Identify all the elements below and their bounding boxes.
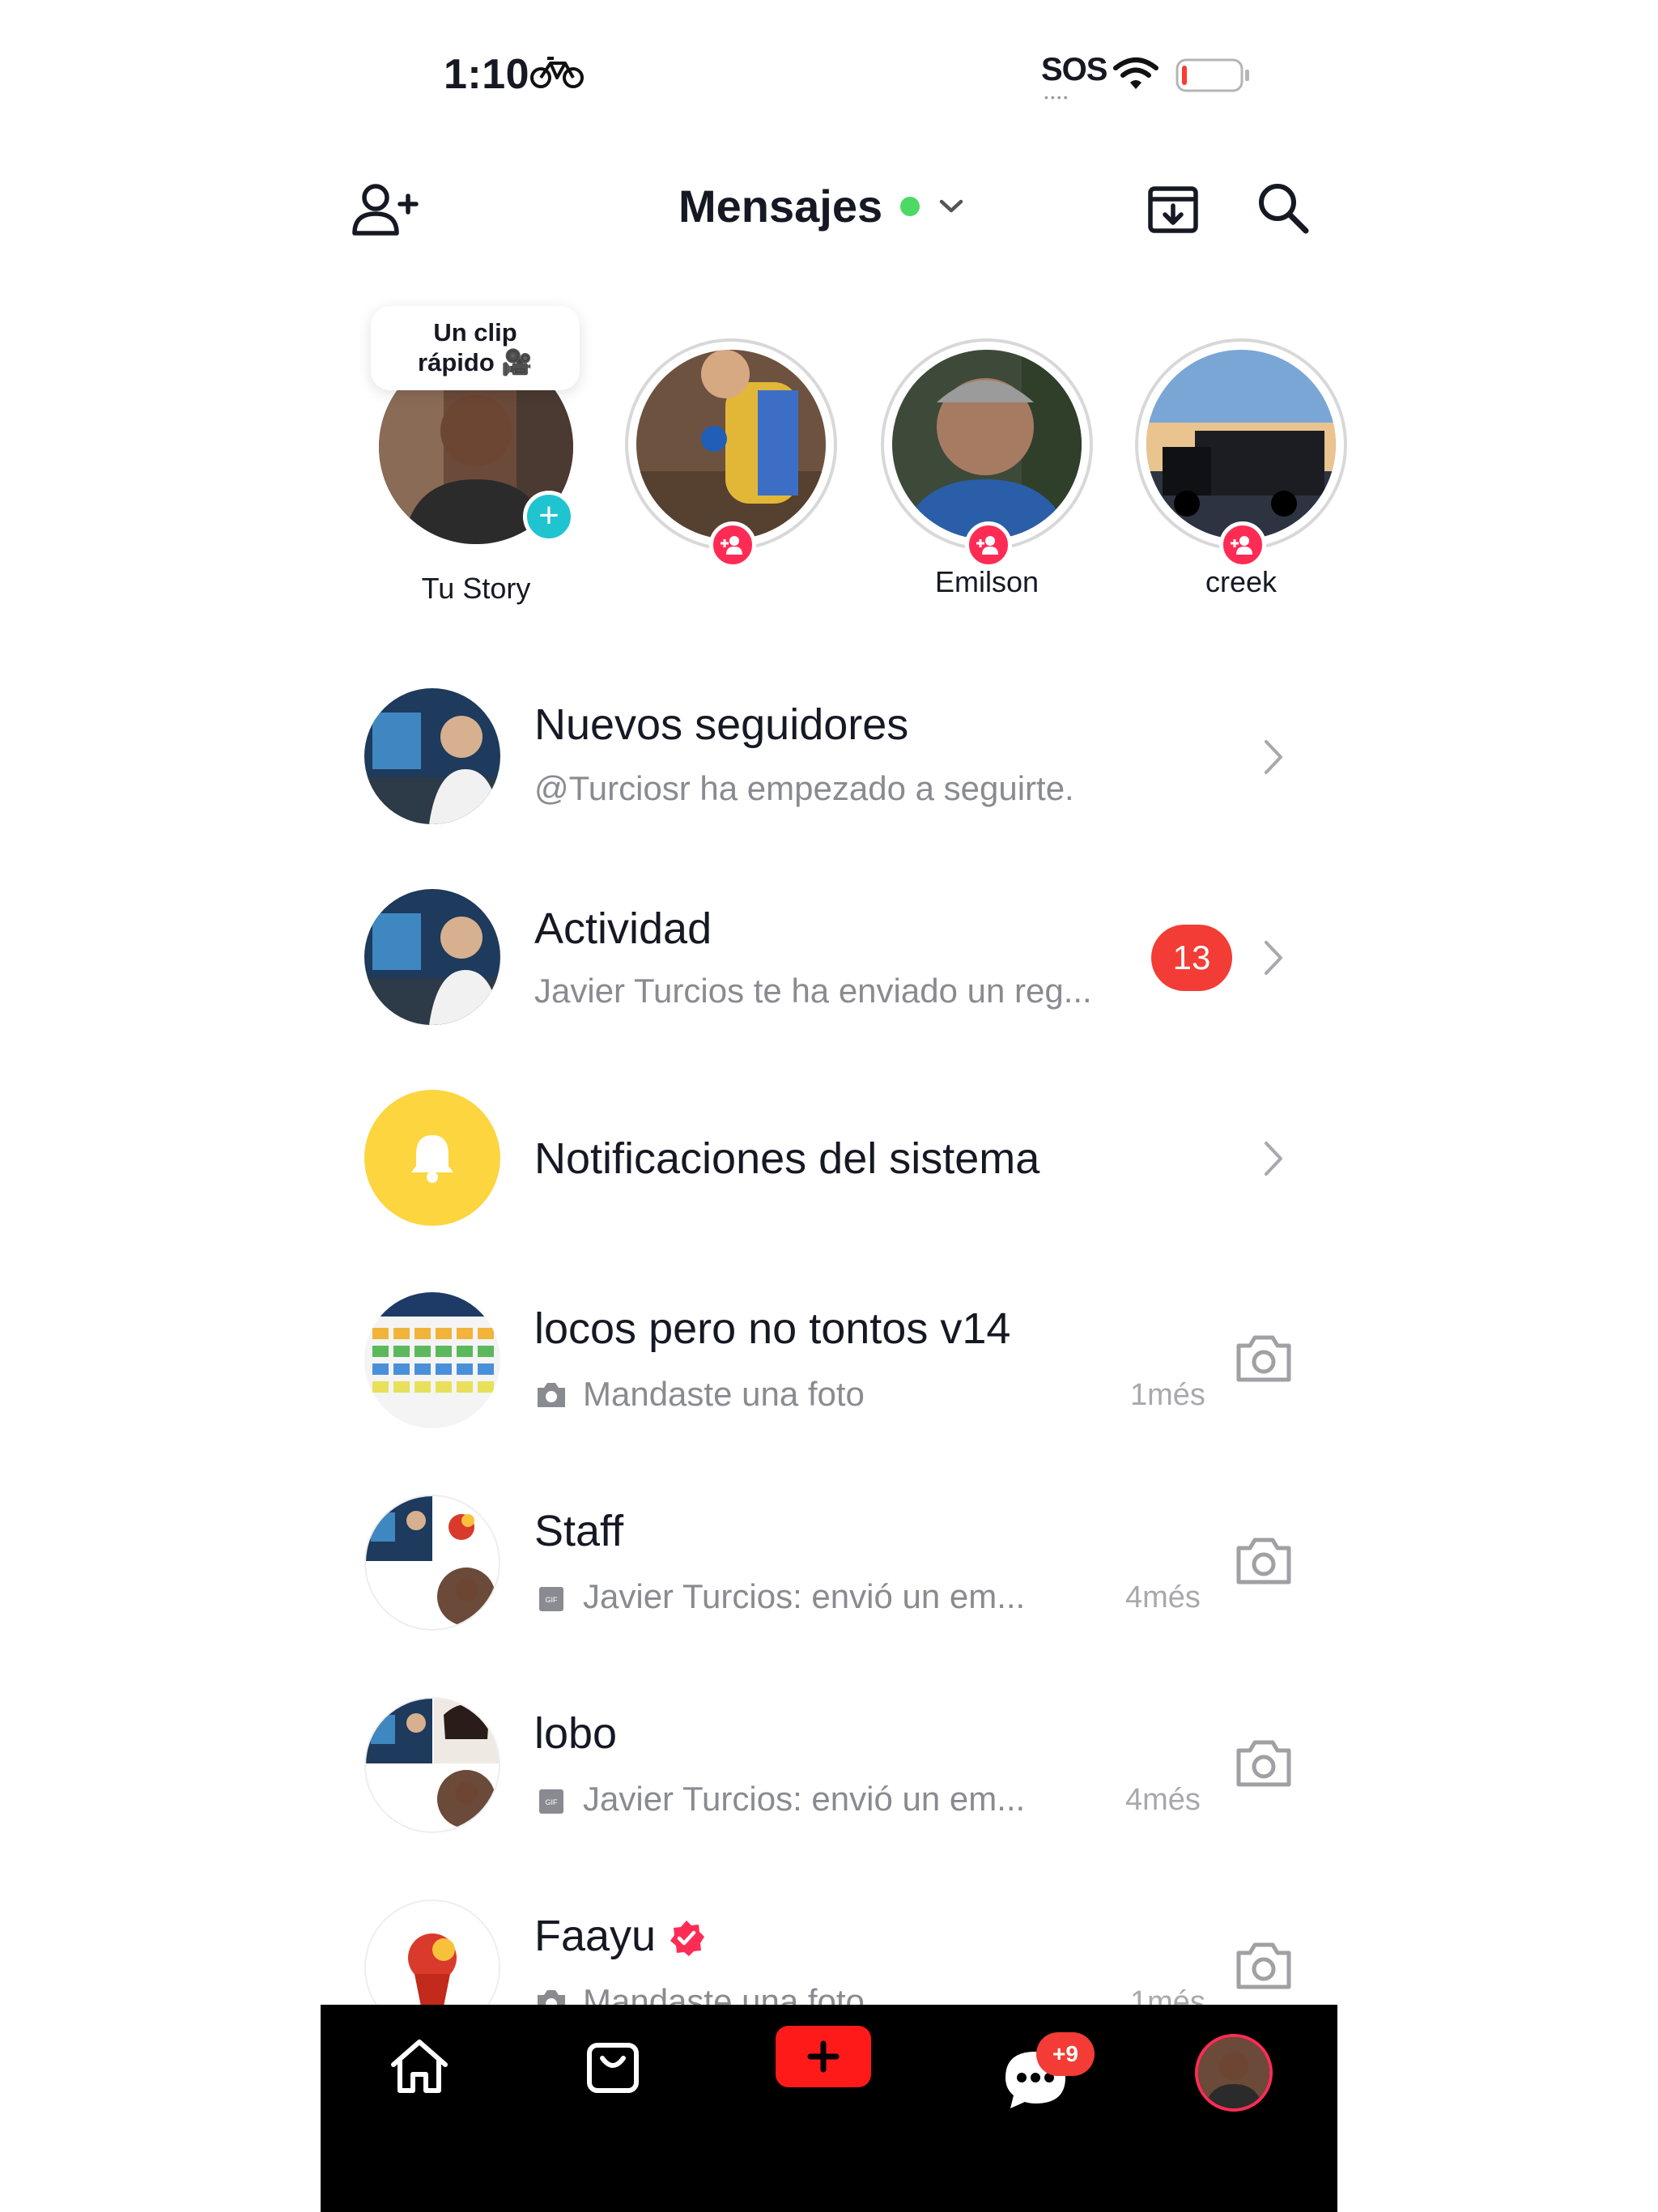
row-title: Actividad (534, 904, 712, 953)
row-timestamp: 4més (1125, 1783, 1201, 1817)
add-user-icon (721, 536, 742, 555)
avatar (1146, 350, 1336, 539)
bike-icon (530, 57, 584, 88)
avatar (364, 1495, 500, 1631)
signal-dots: •••• (1044, 91, 1070, 104)
gif-icon: GIF (539, 1587, 563, 1611)
svg-text:GIF: GIF (546, 1596, 559, 1604)
row-title: Faayu (534, 1912, 657, 1960)
camera-icon[interactable] (1235, 1940, 1292, 1992)
camera-icon[interactable] (1235, 1738, 1292, 1789)
row-title: locos pero no tontos v14 (534, 1304, 1011, 1353)
tooltip-line-2: rápido 🎥 (418, 348, 533, 376)
home-icon[interactable] (389, 2037, 450, 2095)
wifi-icon (1113, 57, 1158, 89)
chevron-right-icon (1265, 1142, 1282, 1176)
row-subtitle: Mandaste una foto (583, 1982, 865, 2005)
list-item-activity[interactable]: Actividad Javier Turcios te ha enviado u… (356, 881, 1312, 1035)
search-icon[interactable] (1256, 181, 1310, 235)
avatar (364, 1899, 500, 2005)
avatar (364, 889, 500, 1025)
camera-icon (538, 1383, 565, 1407)
story-label: Emilson (934, 565, 1039, 598)
inbox-badge: +9 (1036, 2032, 1095, 2076)
list-item-chat[interactable]: Faayu Mandaste una foto 1més (356, 1891, 1312, 2005)
page-title: Mensajes (678, 181, 883, 232)
add-user-icon[interactable] (351, 183, 421, 236)
avatar (364, 1292, 500, 1428)
bell-icon (411, 1135, 453, 1183)
online-status-dot (900, 196, 920, 216)
status-time: 1:10 (444, 51, 530, 98)
row-title: Staff (534, 1507, 624, 1555)
chevron-right-icon (1265, 941, 1282, 975)
avatar (364, 1090, 500, 1226)
quick-clip-tooltip: Un clip rápido 🎥 (371, 306, 580, 390)
avatar (364, 1697, 500, 1833)
row-subtitle: @Turciosr ha empezado a seguirte. (534, 769, 1074, 807)
list-item-chat[interactable]: lobo GIF Javier Turcios: envió un em... … (356, 1689, 1312, 1843)
gif-icon: GIF (539, 1789, 563, 1814)
add-user-icon (976, 536, 998, 555)
add-user-icon (1231, 536, 1252, 555)
avatar (364, 688, 500, 824)
chevron-right-icon (1265, 740, 1282, 774)
row-subtitle: Javier Turcios: envió un em... (583, 1577, 1026, 1615)
row-timestamp: 1més (1130, 1378, 1205, 1412)
camera-icon[interactable] (1235, 1535, 1292, 1587)
follow-badge[interactable] (1219, 521, 1266, 568)
row-timestamp: 4més (1125, 1580, 1201, 1614)
bottom-nav: +9 (321, 2005, 1337, 2212)
avatar (636, 350, 826, 539)
tooltip-line-1: Un clip (433, 318, 517, 347)
avatar (1198, 2037, 1269, 2108)
svg-text:GIF: GIF (546, 1798, 559, 1806)
unread-count-badge: 13 (1151, 925, 1232, 991)
avatar (892, 350, 1082, 539)
row-title: Nuevos seguidores (534, 700, 909, 749)
verified-icon (670, 1921, 704, 1956)
create-icon (807, 2040, 840, 2073)
shop-icon[interactable] (585, 2037, 641, 2095)
story-label-own: Tu Story (421, 572, 531, 605)
header-title-group[interactable]: Mensajes (678, 180, 965, 232)
follow-badge[interactable] (709, 521, 756, 568)
profile-tab[interactable] (1195, 2034, 1273, 2112)
list-item-chat[interactable]: Staff GIF Javier Turcios: envió un em...… (356, 1487, 1312, 1640)
follow-badge[interactable] (965, 521, 1012, 568)
camera-icon (538, 1990, 565, 2005)
story-item[interactable] (625, 338, 837, 568)
story-item-emilson[interactable] (881, 338, 1093, 568)
story-label: creek (1205, 565, 1278, 598)
create-button[interactable] (776, 2026, 871, 2087)
add-story-button[interactable]: + (523, 491, 575, 542)
list-item-new-followers[interactable]: Nuevos seguidores @Turciosr ha empezado … (356, 680, 1312, 834)
row-timestamp: 1més (1130, 1985, 1205, 2005)
row-subtitle: Javier Turcios te ha enviado un reg... (534, 972, 1092, 1010)
row-title: lobo (534, 1709, 618, 1758)
archive-icon[interactable] (1146, 185, 1200, 235)
battery-icon (1175, 58, 1249, 92)
camera-icon[interactable] (1235, 1333, 1292, 1385)
row-title: Notificaciones del sistema (534, 1134, 1040, 1183)
list-item-system-notifications[interactable]: Notificaciones del sistema (356, 1082, 1312, 1236)
chevron-down-icon (939, 199, 963, 212)
sos-indicator: SOS (1041, 52, 1107, 87)
row-subtitle: Mandaste una foto (583, 1375, 865, 1413)
list-item-chat[interactable]: locos pero no tontos v14 Mandaste una fo… (356, 1284, 1312, 1438)
row-subtitle: Javier Turcios: envió un em... (583, 1780, 1026, 1818)
story-item-creek[interactable] (1135, 338, 1347, 568)
